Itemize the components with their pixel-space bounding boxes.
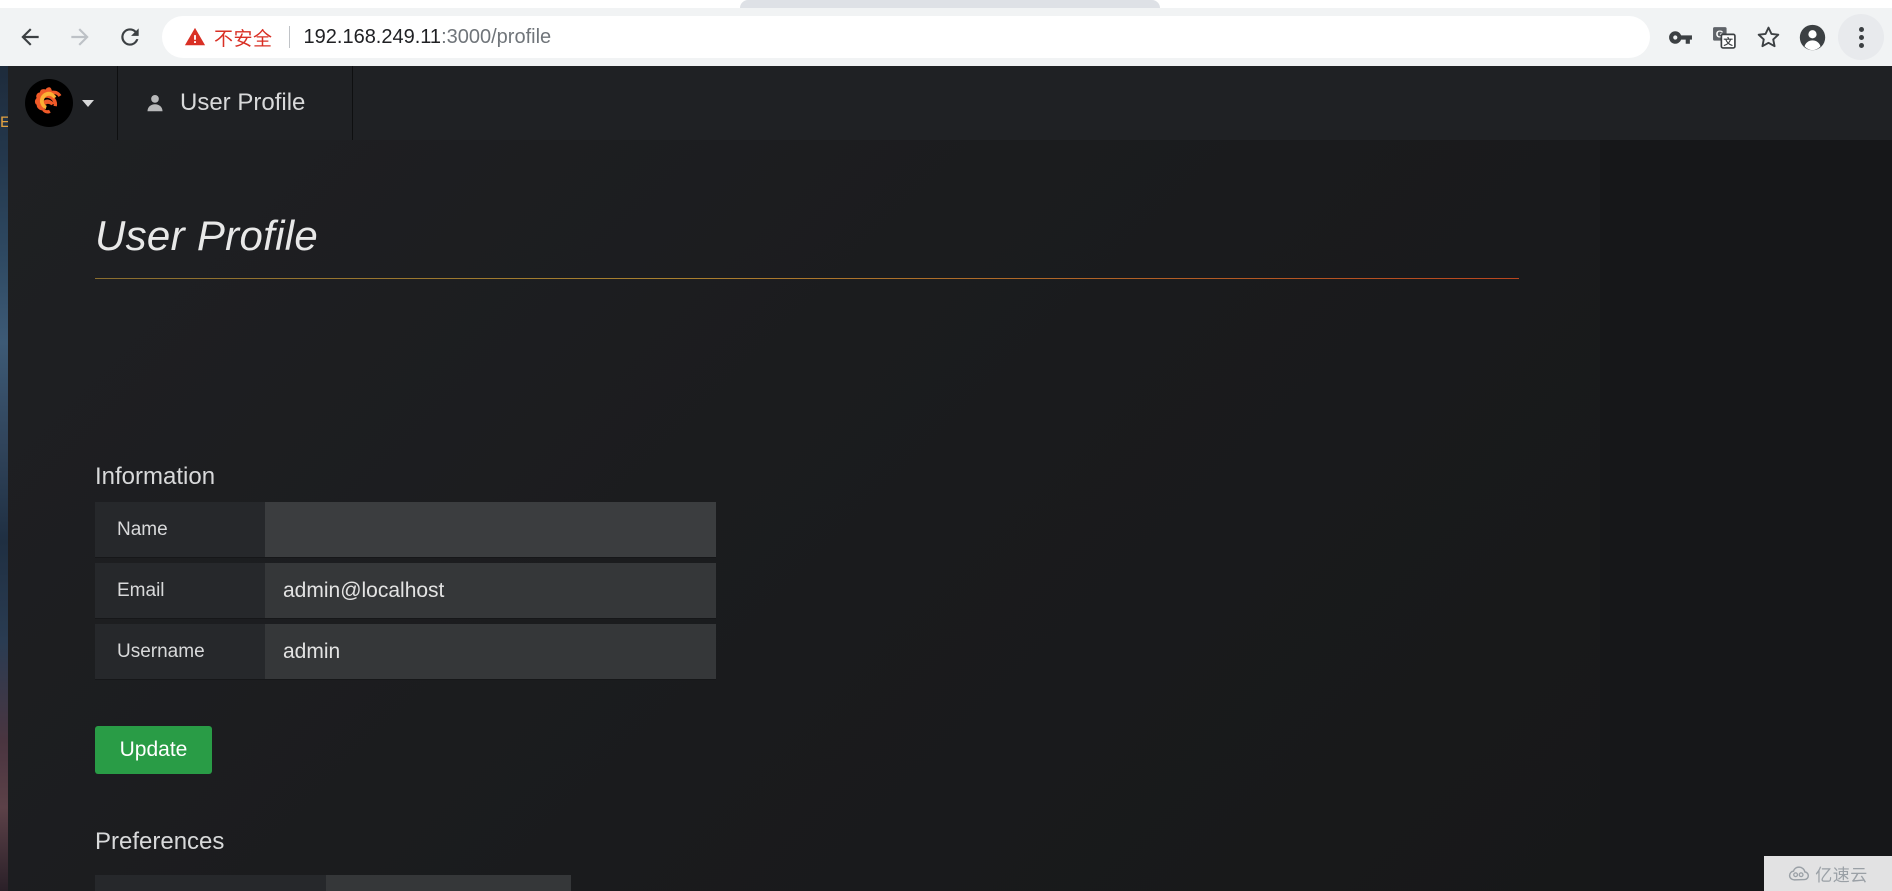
navbar-title-label: User Profile — [180, 89, 306, 116]
label-ui-theme: UI Theme — [95, 875, 326, 891]
bookmark-star-icon — [1757, 26, 1779, 47]
pref-row-ui-theme: UI Theme Default — [95, 875, 571, 891]
browser-tabstrip — [0, 0, 1892, 8]
label-name: Name — [95, 502, 265, 558]
desktop-background-sliver: E — [0, 60, 8, 891]
grafana-navbar: User Profile — [8, 66, 1892, 140]
toolbar-actions: G 文 — [1658, 14, 1892, 60]
url-text: 192.168.249.11:3000/profile — [304, 26, 552, 49]
grafana-brand-cell[interactable] — [8, 66, 118, 140]
watermark-text: 亿速云 — [1815, 866, 1868, 886]
security-label: 不安全 — [214, 27, 273, 50]
arrow-left-icon — [21, 28, 39, 46]
arrow-right-icon — [71, 28, 89, 46]
navbar-empty-area — [353, 66, 1892, 140]
forward-button[interactable] — [60, 17, 100, 57]
update-button[interactable]: Update — [95, 726, 212, 774]
svg-text:文: 文 — [1722, 35, 1733, 46]
tabstrip-empty-area — [1160, 0, 1892, 5]
information-heading: Information — [95, 463, 216, 490]
grafana-app: User Profile User Profile Information Na… — [8, 66, 1892, 891]
url-host: 192.168.249.11 — [303, 25, 442, 48]
preferences-heading: Preferences — [95, 828, 225, 855]
user-icon — [147, 95, 163, 112]
chevron-down-icon[interactable] — [82, 99, 94, 107]
form-row-email: Email admin@localhost — [95, 563, 716, 619]
page-title: User Profile — [95, 212, 318, 259]
page-scroll-area[interactable]: User Profile Information Name Email admi… — [8, 140, 1892, 891]
more-menu-icon — [1858, 26, 1864, 48]
translate-button[interactable]: G 文 — [1702, 15, 1746, 59]
translate-icon: G 文 — [1712, 26, 1736, 49]
label-email: Email — [95, 563, 265, 619]
url-path: :3000/profile — [441, 25, 552, 48]
browser-tab[interactable] — [740, 0, 1160, 8]
browser-chrome: 不安全 192.168.249.11:3000/profile G 文 — [0, 0, 1892, 66]
label-username: Username — [95, 624, 265, 680]
title-divider — [95, 278, 1519, 279]
navbar-page-title[interactable]: User Profile — [118, 66, 353, 140]
select-ui-theme[interactable]: Default — [326, 875, 571, 891]
address-bar[interactable]: 不安全 192.168.249.11:3000/profile — [162, 16, 1650, 58]
grafana-spiral-icon — [34, 87, 62, 114]
input-username[interactable]: admin — [265, 624, 716, 680]
more-menu-button[interactable] — [1838, 14, 1884, 60]
content-panel: User Profile Information Name Email admi… — [8, 140, 1600, 891]
reload-icon — [121, 28, 139, 46]
bookmark-star-button[interactable] — [1746, 15, 1790, 59]
password-key-button[interactable] — [1658, 15, 1702, 59]
grafana-logo-icon[interactable] — [25, 79, 73, 127]
security-status[interactable]: 不安全 — [184, 24, 273, 51]
input-name[interactable] — [265, 502, 716, 558]
warning-triangle-icon — [184, 27, 206, 46]
profile-avatar-icon — [1799, 24, 1825, 50]
password-key-icon — [1668, 30, 1692, 44]
form-row-name: Name — [95, 502, 716, 558]
browser-toolbar: 不安全 192.168.249.11:3000/profile G 文 — [0, 8, 1892, 66]
reload-button[interactable] — [110, 17, 150, 57]
watermark: 亿速云 — [1764, 856, 1892, 891]
profile-avatar-button[interactable] — [1790, 15, 1834, 59]
cloud-icon — [1789, 866, 1810, 881]
form-row-username: Username admin — [95, 624, 716, 680]
omnibox-divider — [288, 26, 290, 48]
back-button[interactable] — [10, 17, 50, 57]
input-email[interactable]: admin@localhost — [265, 563, 716, 619]
desktop-icon-sliver: E — [0, 114, 8, 132]
